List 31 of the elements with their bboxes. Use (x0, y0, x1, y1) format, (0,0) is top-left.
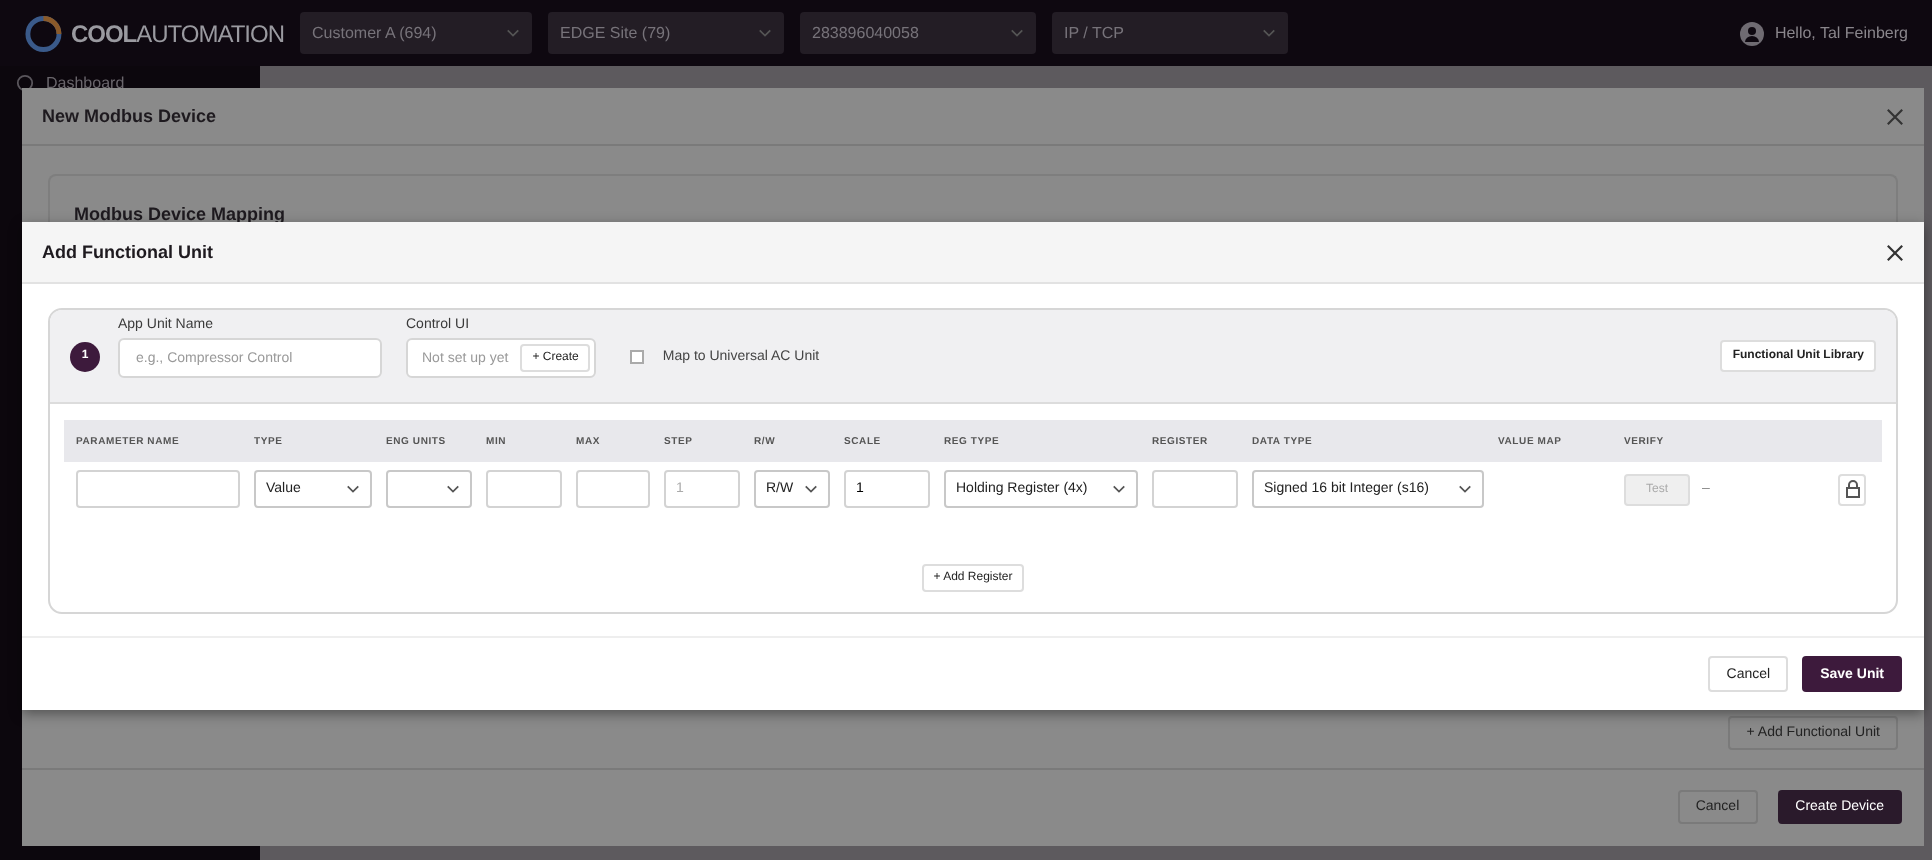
top-select[interactable]: EDGE Site (79) (548, 12, 784, 54)
modal-title: Add Functional Unit (42, 242, 213, 262)
user-greeting: Hello, Tal Feinberg (1774, 24, 1908, 42)
chevron-down-icon (346, 484, 360, 494)
table-select[interactable] (386, 470, 472, 508)
section-title: Modbus Device Mapping (74, 204, 286, 224)
chevron-down-icon (1458, 484, 1472, 494)
user-avatar-icon[interactable] (1740, 21, 1765, 45)
table-input-field[interactable] (486, 470, 562, 508)
lock-button[interactable] (1838, 473, 1866, 505)
table-input-field[interactable] (576, 470, 650, 508)
chevron-down-icon (1010, 28, 1024, 38)
lock-icon (1845, 480, 1859, 498)
table-input-field[interactable] (76, 470, 240, 508)
logo-icon (24, 13, 63, 53)
top-select[interactable]: IP / TCP (1052, 12, 1288, 54)
chevron-down-icon (1112, 484, 1126, 494)
chevron-down-icon (1262, 28, 1276, 38)
chevron-down-icon (758, 28, 772, 38)
table-input-field[interactable] (1152, 470, 1238, 508)
chevron-down-icon (804, 484, 818, 494)
modal-title: New Modbus Device (42, 106, 217, 126)
close-icon[interactable] (1886, 243, 1904, 261)
checkbox[interactable] (630, 349, 645, 363)
logo-text: COOLAUTOMATION (70, 19, 284, 47)
top-select[interactable]: 283896040058 (800, 12, 1036, 54)
chevron-down-icon (506, 28, 520, 38)
top-select[interactable]: Customer A (694) (300, 12, 532, 54)
chevron-down-icon (446, 484, 460, 494)
sidebar-item[interactable]: Dashboard (16, 74, 244, 92)
dashboard-icon (16, 74, 34, 92)
